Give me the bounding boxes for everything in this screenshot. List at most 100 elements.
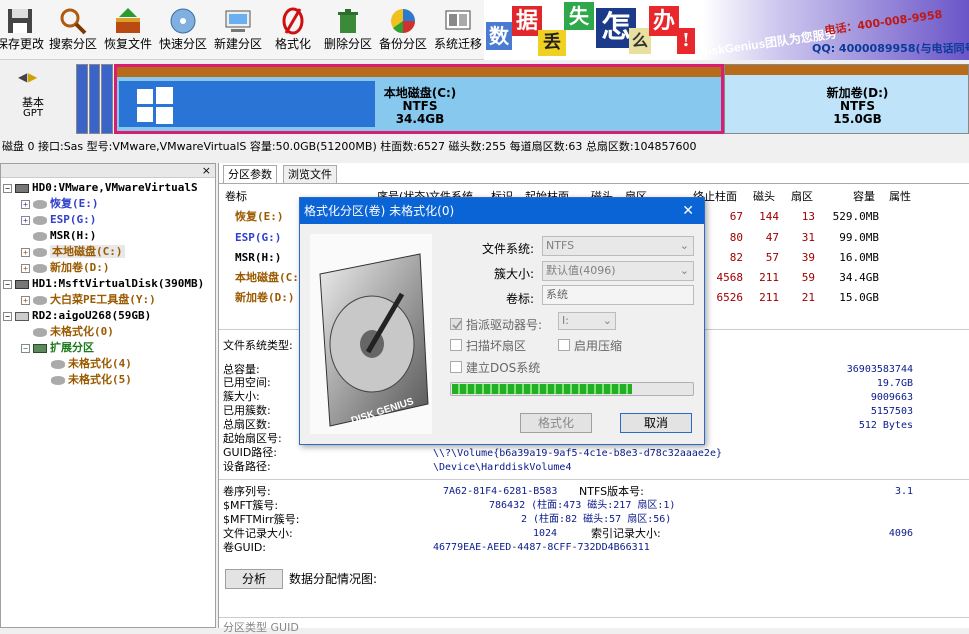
col-header: 属性 xyxy=(889,190,911,203)
format-button[interactable]: 格式化 xyxy=(266,2,320,58)
disk-style-label: GPT xyxy=(23,108,43,119)
tree-item-hd0[interactable]: − HD0:VMware,VMwareVirtualS xyxy=(3,180,198,196)
device-path-label: 设备路径: xyxy=(223,460,271,473)
tree-item-extended[interactable]: − 扩展分区 xyxy=(21,340,94,356)
analyze-button[interactable]: 分析 xyxy=(225,569,283,589)
tree-item-c[interactable]: + 本地磁盘(C:) xyxy=(21,244,125,260)
tree-item-recovery[interactable]: + 恢复(E:) xyxy=(21,196,99,212)
tab-browse-files[interactable]: 浏览文件 xyxy=(283,165,337,183)
migrate-icon xyxy=(445,10,471,30)
backup-partition-button[interactable]: 备份分区 xyxy=(376,2,430,58)
drive-letter-select[interactable]: I: ⌄ xyxy=(558,312,616,330)
col-header: 卷标 xyxy=(225,190,247,203)
cluster-size-select[interactable]: 默认值(4096) ⌄ xyxy=(542,261,694,281)
mftmirr-value: 2 (柱面:82 磁头:57 扇区:56) xyxy=(521,514,672,525)
search-partition-button[interactable]: 搜索分区 xyxy=(46,2,100,58)
tree-item-rd2[interactable]: − RD2:aigoU268(59GB) xyxy=(3,308,151,324)
partition-block-recovery[interactable] xyxy=(76,64,88,134)
guid-path-label: GUID路径: xyxy=(223,446,277,459)
fs-select[interactable]: NTFS ⌄ xyxy=(542,236,694,256)
index-size-label: 索引记录大小: xyxy=(591,527,661,540)
total-capacity-label: 总容量: xyxy=(223,363,260,376)
chevron-down-icon: ⌄ xyxy=(679,264,689,277)
mftmirr-label: $MFTMirr簇号: xyxy=(223,513,300,526)
banner-char: 么 xyxy=(629,28,651,54)
banner-qq: QQ: 4000089958(与电话同号) xyxy=(812,42,969,55)
start-sector-label: 起始扇区号: xyxy=(223,432,282,445)
disk-genius-artwork: DISK GENIUS xyxy=(310,234,432,434)
hdd-icon xyxy=(15,279,29,289)
mft-value: 786432 (柱面:473 磁头:217 扇区:1) xyxy=(489,500,676,511)
tree-item-msr[interactable]: MSR(H:) xyxy=(33,228,96,244)
cluster-count-value: 9009663 xyxy=(870,392,913,403)
system-migrate-button[interactable]: 系统迁移 xyxy=(431,2,485,58)
quick-partition-button[interactable]: 快速分区 xyxy=(156,2,210,58)
save-button[interactable]: 保存更改 xyxy=(0,2,46,58)
create-dos-checkbox[interactable] xyxy=(450,361,462,373)
distribution-label: 数据分配情况图: xyxy=(289,572,378,586)
tree-item-esp[interactable]: + ESP(G:) xyxy=(21,212,96,228)
mft-label: $MFT簇号: xyxy=(223,499,279,512)
sector-size-value: 512 Bytes xyxy=(858,420,913,431)
scan-bad-sectors-checkbox[interactable] xyxy=(450,339,462,351)
vol-guid-value: 46779EAE-AEED-4487-8CFF-732DD4B66311 xyxy=(433,542,650,553)
volume-label-input[interactable]: 系统 xyxy=(542,285,694,305)
partition-block-c[interactable]: 本地磁盘(C:) NTFS 34.4GB xyxy=(114,64,724,134)
next-disk-arrow[interactable]: ▶ xyxy=(28,70,38,84)
backup-pie-icon xyxy=(391,9,415,34)
ntfs-version-label: NTFS版本号: xyxy=(579,485,644,498)
banner-char: 失 xyxy=(564,2,594,30)
recover-files-button[interactable]: 恢复文件 xyxy=(101,2,155,58)
banner-phone: 电话：400-008-9958 xyxy=(823,7,944,38)
partition-block-d[interactable]: 新加卷(D:) NTFS 15.0GB xyxy=(724,64,969,134)
tree-item-unformatted-0[interactable]: 未格式化(0) xyxy=(33,324,114,340)
partition-block-esp[interactable] xyxy=(89,64,100,134)
partition-icon xyxy=(51,375,65,385)
tree-item-unformatted-5[interactable]: 未格式化(5) xyxy=(51,372,132,388)
new-partition-button[interactable]: 新建分区 xyxy=(211,2,265,58)
cluster-size-label: 簇大小: xyxy=(223,390,260,403)
floppy-icon xyxy=(8,9,32,33)
restore-box-icon xyxy=(116,8,140,33)
tree-item-d[interactable]: + 新加卷(D:) xyxy=(21,260,110,276)
disk-map: ◀▶ 基本 GPT 本地磁盘(C:) NTFS 34.4GB 新加卷(D:) N… xyxy=(0,60,969,138)
scan-bad-sectors-label: 扫描坏扇区 xyxy=(466,339,527,353)
guid-path-value: \\?\Volume{b6a39a19-9af5-4c1e-b8e3-d78c3… xyxy=(433,448,722,459)
format-progress-fill xyxy=(452,384,632,394)
check-icon xyxy=(452,320,462,330)
delete-partition-button[interactable]: 删除分区 xyxy=(321,2,375,58)
tree-item-hd1[interactable]: − HD1:MsftVirtualDisk(390MB) xyxy=(3,276,204,292)
disc-icon xyxy=(170,8,196,34)
record-size-label: 文件记录大小: xyxy=(223,527,293,540)
partition-d-size: 15.0GB xyxy=(833,112,882,126)
hdd-icon xyxy=(15,183,29,193)
total-capacity-value: 36903583744 xyxy=(846,364,913,375)
cancel-button[interactable]: 取消 xyxy=(620,413,692,433)
close-icon[interactable]: ✕ xyxy=(682,198,694,224)
col-header: 容量 xyxy=(853,190,875,203)
windows-logo-icon xyxy=(137,87,173,124)
format-confirm-button[interactable]: 格式化 xyxy=(520,413,592,433)
tab-partition-params[interactable]: 分区参数 xyxy=(223,165,277,183)
partition-icon xyxy=(33,231,47,241)
partition-block-msr[interactable] xyxy=(101,64,113,134)
assign-drive-checkbox[interactable] xyxy=(450,318,462,330)
toolbar: 保存更改 搜索分区 恢复文件 快速分区 新建分区 格式化 删除分区 备份分区 系… xyxy=(0,0,969,60)
partition-icon xyxy=(33,263,47,273)
tree-close-button[interactable]: × xyxy=(202,164,211,177)
banner-char: 数 xyxy=(486,22,512,50)
enable-compression-checkbox[interactable] xyxy=(558,339,570,351)
tree-item-unformatted-4[interactable]: 未格式化(4) xyxy=(51,356,132,372)
partition-icon xyxy=(33,215,47,225)
used-space-value: 19.7GB xyxy=(876,378,913,389)
trash-icon xyxy=(338,9,358,33)
prev-disk-arrow[interactable]: ◀ xyxy=(18,70,28,84)
serial-label: 卷序列号: xyxy=(223,485,271,498)
banner-char: ! xyxy=(677,28,695,54)
disk-info-line: 磁盘 0 接口:Sas 型号:VMware,VMwareVirtualS 容量:… xyxy=(0,138,969,156)
partition-c-size: 34.4GB xyxy=(395,112,445,126)
tree-item-pe[interactable]: + 大白菜PE工具盘(Y:) xyxy=(21,292,156,308)
ad-banner[interactable]: 数 据 丢 失 怎 么 办 ! DiskGenius团队为您服务 电话：400-… xyxy=(484,0,969,60)
partition-icon xyxy=(33,327,47,337)
col-header: 扇区 xyxy=(791,190,813,203)
